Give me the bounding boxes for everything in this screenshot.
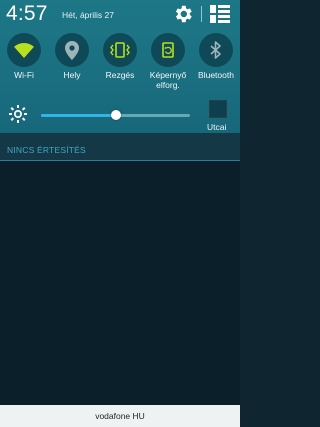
vibrate-icon xyxy=(103,33,137,67)
toggle-bluetooth[interactable]: Bluetooth xyxy=(192,33,240,93)
auto-brightness-checkbox[interactable] xyxy=(209,100,227,118)
brightness-slider-fill xyxy=(41,114,116,117)
carrier-label: vodafone HU xyxy=(95,411,145,421)
clock: 4:57 xyxy=(6,2,48,25)
date-label: Hét, április 27 xyxy=(62,10,114,20)
gear-icon[interactable] xyxy=(172,3,194,25)
brightness-icon xyxy=(9,105,27,123)
quick-settings-panel: 4:57 Hét, április 27 Wi-Fi Hely Rezgés K… xyxy=(0,0,240,133)
quick-toggle-row: Wi-Fi Hely Rezgés Képernyő elforg. Bluet… xyxy=(0,33,240,93)
toggle-vibrate[interactable]: Rezgés xyxy=(96,33,144,93)
location-icon xyxy=(55,33,89,67)
no-notifications-label: NINCS ÉRTESÍTÉS xyxy=(7,145,86,155)
header-divider xyxy=(201,6,202,22)
toggle-screen-rotation[interactable]: Képernyő elforg. xyxy=(144,33,192,93)
wifi-icon xyxy=(7,33,41,67)
toggle-label: Hely xyxy=(63,70,81,80)
toggle-location[interactable]: Hely xyxy=(48,33,96,93)
toggle-label: Rezgés xyxy=(105,70,135,80)
grid-icon[interactable] xyxy=(209,4,231,24)
toggle-wifi[interactable]: Wi-Fi xyxy=(0,33,48,93)
toggle-label: Bluetooth xyxy=(198,70,234,80)
toggle-label: Wi-Fi xyxy=(14,70,34,80)
toggle-label: Képernyő elforg. xyxy=(149,70,187,90)
screen-rotation-icon xyxy=(151,33,185,67)
brightness-slider[interactable] xyxy=(41,110,190,120)
notification-shade: 4:57 Hét, április 27 Wi-Fi Hely Rezgés K… xyxy=(0,0,240,427)
brightness-slider-knob[interactable] xyxy=(110,110,121,120)
bluetooth-icon xyxy=(199,33,233,67)
notification-header: NINCS ÉRTESÍTÉS xyxy=(0,133,240,161)
notification-list-area xyxy=(0,161,240,405)
auto-brightness-label: Utcai xyxy=(207,122,227,132)
carrier-bar: vodafone HU xyxy=(0,405,240,427)
